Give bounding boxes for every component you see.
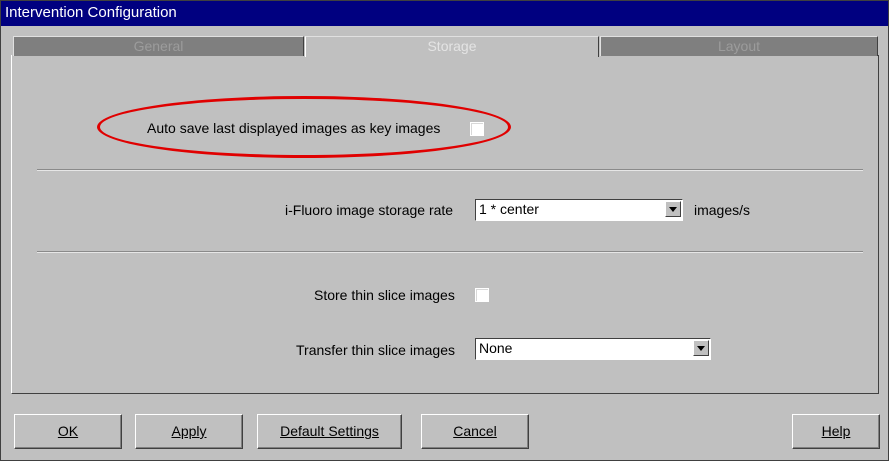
ok-button-label: OK [57,423,79,439]
ifluoro-storage-rate-select[interactable]: 1 * center [475,199,683,221]
help-button[interactable]: Help [792,414,880,449]
dropdown-arrow-icon[interactable] [665,201,681,217]
transfer-thin-slice-value: None [479,340,513,356]
tab-storage[interactable]: Storage [305,36,599,57]
cancel-button[interactable]: Cancel [421,414,529,449]
ok-button[interactable]: OK [14,414,122,449]
window-title: Intervention Configuration [5,4,177,21]
tab-storage-label: Storage [427,38,477,54]
store-thin-slice-label: Store thin slice images [314,287,455,303]
section-divider [37,169,863,171]
tab-layout[interactable]: Layout [600,36,878,56]
cancel-button-label: Cancel [453,423,497,439]
apply-button-label: Apply [171,423,207,439]
dropdown-arrow-icon[interactable] [693,340,709,356]
tab-general-label: General [133,38,184,54]
help-button-label: Help [821,423,851,439]
transfer-thin-slice-select[interactable]: None [475,338,711,360]
tab-general[interactable]: General [13,36,304,56]
section-divider [37,251,863,253]
apply-button[interactable]: Apply [135,414,243,449]
default-settings-button[interactable]: Default Settings [257,414,402,449]
highlight-annotation [97,96,511,158]
store-thin-slice-checkbox[interactable] [475,288,489,302]
intervention-configuration-window: Intervention Configuration General Stora… [0,0,889,461]
ifluoro-unit-label: images/s [694,202,751,218]
title-bar: Intervention Configuration [1,1,888,26]
ifluoro-storage-rate-label: i-Fluoro image storage rate [285,202,454,218]
default-settings-button-label: Default Settings [280,423,379,439]
tab-layout-label: Layout [717,38,761,54]
ifluoro-storage-rate-value: 1 * center [479,201,539,217]
transfer-thin-slice-label: Transfer thin slice images [296,342,455,358]
